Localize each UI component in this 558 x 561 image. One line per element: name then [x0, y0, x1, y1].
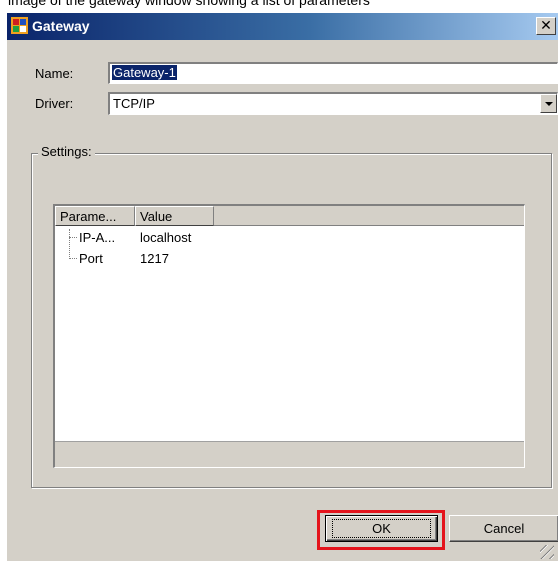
- cancel-button[interactable]: Cancel: [449, 515, 558, 542]
- value-cell: localhost: [140, 230, 192, 245]
- table-row[interactable]: Port 1217: [55, 249, 524, 269]
- tree-branch: [69, 258, 77, 259]
- close-button[interactable]: ✕: [536, 17, 556, 35]
- window-title: Gateway: [32, 18, 90, 34]
- param-cell: IP-A...: [79, 230, 116, 245]
- driver-dropdown[interactable]: TCP/IP: [108, 92, 558, 115]
- title-bar[interactable]: Gateway ✕: [7, 13, 558, 40]
- resize-grip-icon[interactable]: [540, 545, 554, 559]
- name-label: Name:: [35, 66, 74, 81]
- driver-label: Driver:: [35, 96, 74, 111]
- value-cell: 1217: [140, 251, 169, 266]
- column-header-value[interactable]: Value: [135, 206, 214, 226]
- ok-highlight-annotation: [317, 510, 445, 550]
- close-icon: ✕: [540, 17, 552, 33]
- horizontal-scrollbar[interactable]: [55, 441, 524, 467]
- name-value: Gateway-1: [112, 65, 177, 80]
- page-caption: image of the gateway window showing a li…: [0, 0, 558, 12]
- parameters-listview[interactable]: Parame... Value IP-A... localhost Port 1…: [53, 204, 525, 468]
- tree-branch: [69, 237, 77, 238]
- param-cell: Port: [79, 251, 103, 266]
- table-row[interactable]: IP-A... localhost: [55, 228, 524, 248]
- column-header-parameter[interactable]: Parame...: [55, 206, 135, 226]
- caption-text: image of the gateway window showing a li…: [8, 0, 370, 8]
- settings-legend: Settings:: [38, 144, 95, 159]
- chevron-down-icon[interactable]: [540, 94, 557, 113]
- name-field[interactable]: Gateway-1: [108, 62, 558, 84]
- list-header: Parame... Value: [55, 206, 524, 226]
- gateway-dialog: Gateway ✕ Name: Gateway-1 Driver: TCP/IP…: [6, 12, 558, 561]
- app-icon: [11, 17, 28, 34]
- cancel-label: Cancel: [483, 521, 525, 536]
- driver-value: TCP/IP: [113, 96, 155, 111]
